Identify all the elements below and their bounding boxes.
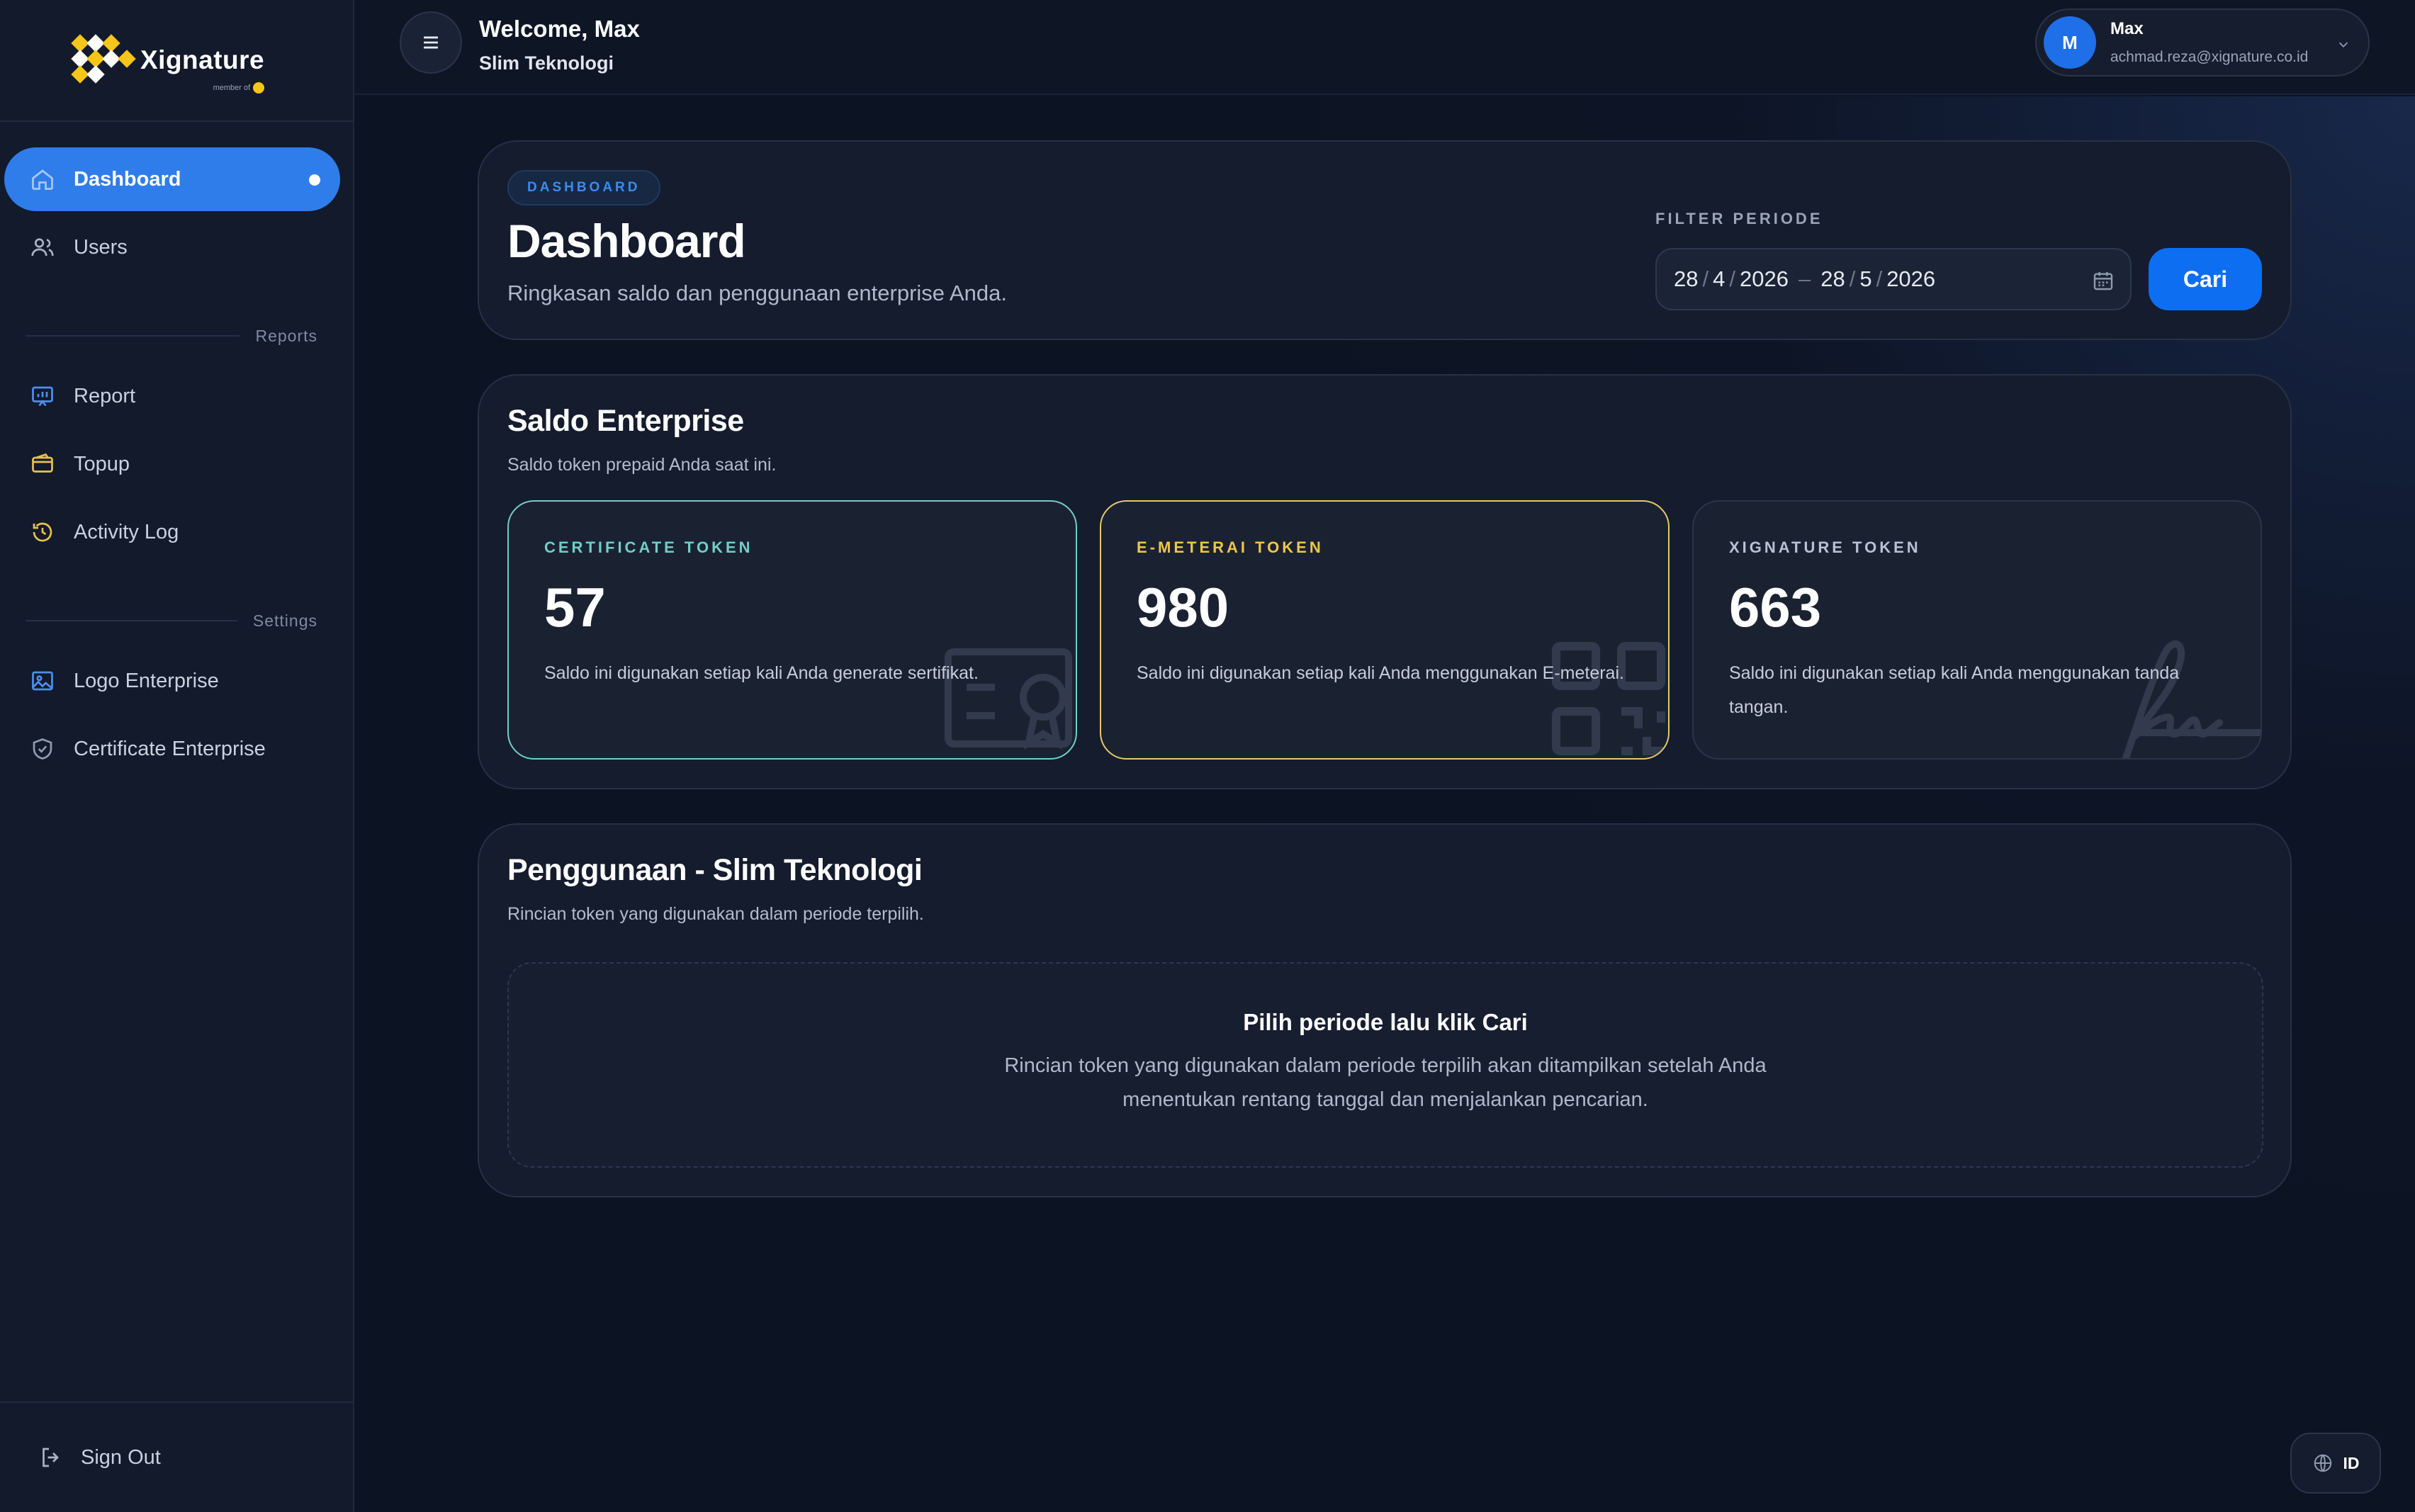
home-icon: [30, 167, 55, 192]
language-switch-button[interactable]: ID: [2290, 1433, 2381, 1494]
sidebar-item-logo-enterprise[interactable]: Logo Enterprise: [4, 649, 340, 713]
date-from-month[interactable]: 4: [1713, 266, 1725, 292]
user-name: Max: [2110, 19, 2144, 38]
dashboard-header-card: DASHBOARD Dashboard Ringkasan saldo dan …: [478, 140, 2292, 340]
token-description: Saldo ini digunakan setiap kali Anda men…: [1729, 663, 2180, 717]
image-icon: [30, 668, 55, 694]
main-content: DASHBOARD Dashboard Ringkasan saldo dan …: [354, 96, 2415, 1512]
user-menu[interactable]: M Max achmad.reza@xignature.co.id: [2035, 9, 2370, 77]
sidebar-item-activity-log[interactable]: Activity Log: [4, 500, 340, 564]
sidebar-item-label: Logo Enterprise: [74, 669, 219, 692]
sidebar-item-users[interactable]: Users: [4, 215, 340, 279]
page-title: Dashboard: [507, 215, 746, 267]
language-label: ID: [2343, 1453, 2360, 1472]
token-description: Saldo ini digunakan setiap kali Anda men…: [1137, 663, 1624, 683]
token-value: 663: [1729, 576, 1822, 638]
section-title: Penggunaan - Slim Teknologi: [507, 853, 923, 887]
token-label: XIGNATURE TOKEN: [1729, 538, 1921, 556]
section-subtitle: Saldo token prepaid Anda saat ini.: [507, 455, 777, 475]
sign-out-button[interactable]: Sign Out: [0, 1401, 353, 1512]
sign-out-icon: [43, 1448, 59, 1467]
globe-icon: [2314, 1454, 2331, 1472]
active-indicator: [309, 174, 320, 186]
date-to-day[interactable]: 28: [1820, 266, 1845, 292]
menu-toggle-button[interactable]: [400, 11, 462, 74]
sidebar-item-label: Certificate Enterprise: [74, 737, 266, 760]
date-range-picker[interactable]: 28/4/2026 – 28/5/2026: [1655, 248, 2132, 310]
e-meterai-token-card: E-METERAI TOKEN 980 Saldo ini digunakan …: [1100, 500, 1670, 760]
sidebar-item-label: Report: [74, 384, 136, 407]
section-subtitle: Rincian token yang digunakan dalam perio…: [507, 904, 924, 924]
section-settings: Settings: [26, 592, 317, 649]
section-reports: Reports: [26, 308, 317, 364]
page-subtitle: Ringkasan saldo dan penggunaan enterpris…: [507, 281, 1007, 305]
sign-out-label: Sign Out: [81, 1445, 161, 1469]
company-name: Slim Teknologi: [479, 52, 614, 74]
saldo-enterprise-card: Saldo Enterprise Saldo token prepaid And…: [478, 374, 2292, 789]
sidebar-item-label: Activity Log: [74, 520, 179, 543]
token-value: 57: [544, 576, 606, 638]
date-from-day[interactable]: 28: [1674, 266, 1698, 292]
sidebar-nav: Dashboard Users Reports Report Topup Act…: [0, 122, 353, 781]
avatar: M: [2044, 16, 2096, 69]
wallet-icon: [30, 451, 55, 477]
history-icon: [30, 519, 55, 545]
search-button[interactable]: Cari: [2149, 248, 2262, 310]
sidebar-item-label: Dashboard: [74, 167, 181, 191]
brand-member-of: member of: [213, 82, 265, 94]
sidebar-item-dashboard[interactable]: Dashboard: [4, 147, 340, 211]
chevron-down-icon: [2338, 42, 2348, 48]
date-to-month[interactable]: 5: [1859, 266, 1871, 292]
token-label: E-METERAI TOKEN: [1137, 538, 1324, 556]
xignature-logo-icon: [69, 34, 136, 85]
filter-period-label: FILTER PERIODE: [1655, 210, 1823, 227]
calendar-icon[interactable]: [2092, 269, 2115, 292]
date-from-year[interactable]: 2026: [1740, 266, 1789, 292]
welcome-text: Welcome, Max: [479, 16, 640, 42]
member-badge-icon: [253, 82, 265, 94]
hamburger-icon: [424, 36, 438, 49]
usage-card: Penggunaan - Slim Teknologi Rincian toke…: [478, 823, 2292, 1197]
user-email: achmad.reza@xignature.co.id: [2110, 49, 2309, 65]
certificate-token-card: CERTIFICATE TOKEN 57 Saldo ini digunakan…: [507, 500, 1077, 760]
empty-state-title: Pilih periode lalu klik Cari: [1243, 1009, 1528, 1035]
sidebar-item-label: Topup: [74, 452, 130, 475]
welcome-block: Welcome, Max Slim Teknologi: [479, 16, 640, 74]
sidebar-item-label: Users: [74, 235, 128, 259]
topbar: Welcome, Max Slim Teknologi M Max achmad…: [354, 0, 2415, 95]
sidebar-item-certificate-enterprise[interactable]: Certificate Enterprise: [4, 717, 340, 781]
shield-icon: [30, 736, 55, 762]
token-label: CERTIFICATE TOKEN: [544, 538, 753, 556]
sidebar-item-report[interactable]: Report: [4, 364, 340, 428]
sidebar: Xignature member of Dashboard Users Repo…: [0, 0, 354, 1512]
date-to-year[interactable]: 2026: [1886, 266, 1935, 292]
section-title: Saldo Enterprise: [507, 404, 744, 438]
xignature-token-card: XIGNATURE TOKEN 663 Saldo ini digunakan …: [1692, 500, 2262, 760]
users-icon: [30, 235, 55, 260]
token-value: 980: [1137, 576, 1229, 638]
chart-icon: [30, 383, 55, 409]
range-separator: –: [1798, 266, 1811, 291]
token-description: Saldo ini digunakan setiap kali Anda gen…: [544, 663, 979, 683]
empty-state: Pilih periode lalu klik Cari Rincian tok…: [507, 962, 2263, 1168]
page-badge: DASHBOARD: [507, 170, 660, 205]
brand[interactable]: Xignature member of: [0, 0, 353, 122]
brand-name: Xignature: [140, 45, 265, 74]
sidebar-item-topup[interactable]: Topup: [4, 432, 340, 496]
empty-state-description: Rincian token yang digunakan dalam perio…: [1004, 1054, 1767, 1111]
